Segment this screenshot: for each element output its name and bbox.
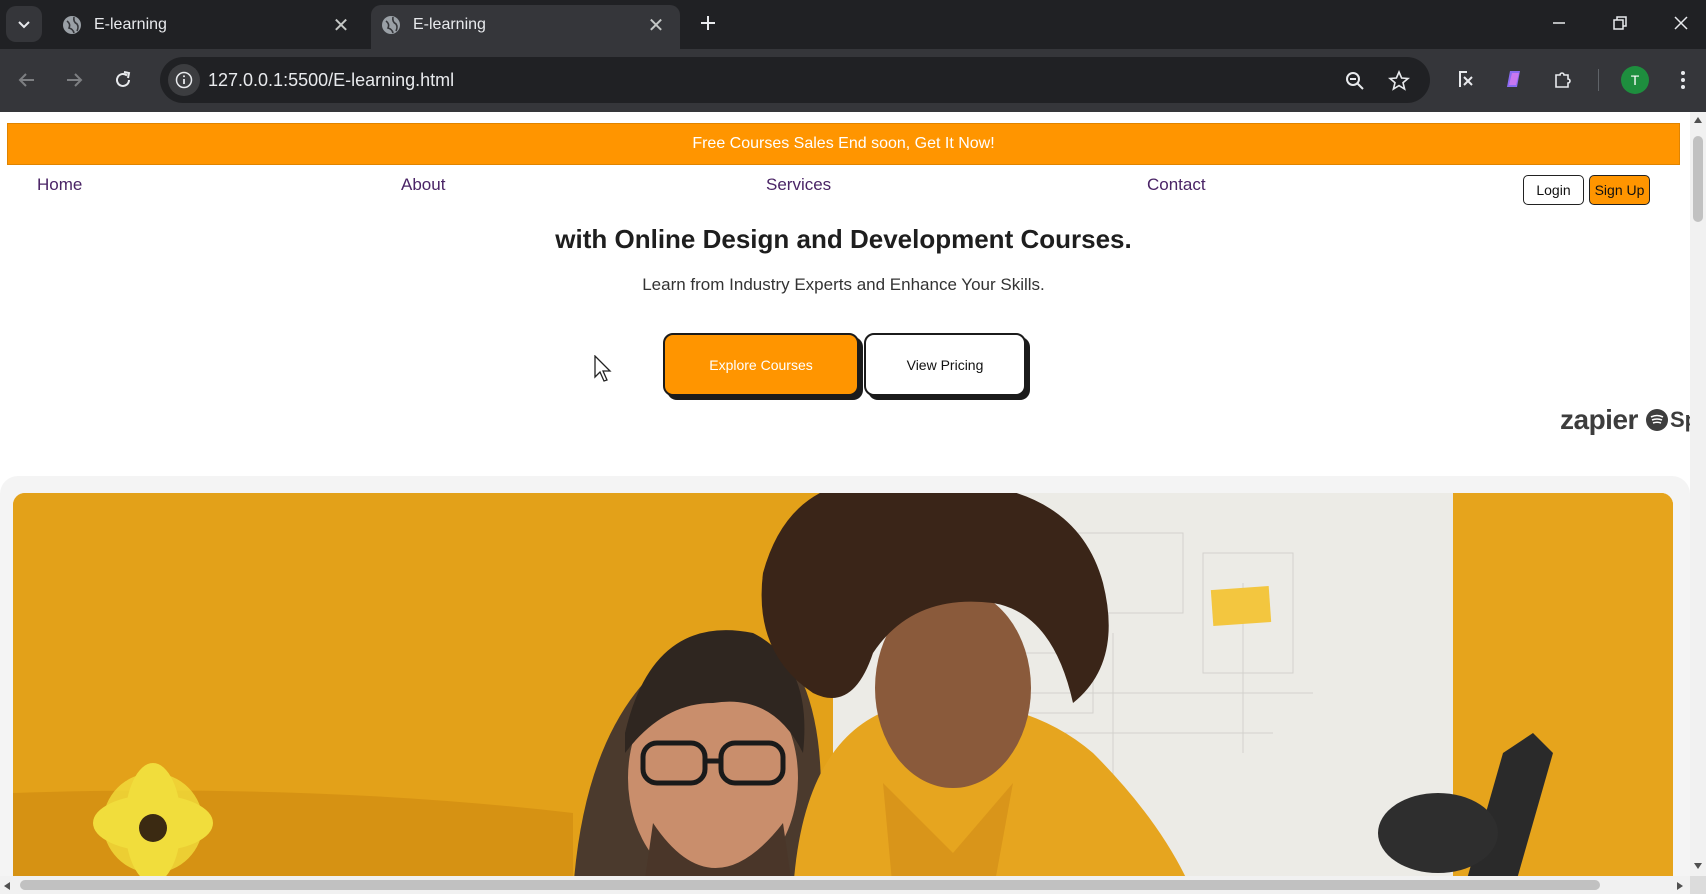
nav-contact-link[interactable]: Contact [1147, 175, 1206, 195]
tab-title: E-learning [94, 16, 167, 33]
vertical-scrollbar[interactable] [1690, 112, 1706, 876]
globe-icon [382, 16, 400, 34]
tab-title: E-learning [413, 16, 486, 33]
scroll-right-icon[interactable] [1676, 881, 1684, 891]
minimize-button[interactable] [1539, 6, 1579, 40]
spotify-logo-text: Spot [1669, 407, 1690, 432]
forward-icon [67, 73, 83, 87]
profile-avatar[interactable]: T [1621, 66, 1649, 94]
back-icon [18, 73, 34, 87]
back-button[interactable] [9, 62, 45, 98]
copilot-extension-icon[interactable] [1498, 63, 1530, 95]
reload-icon [116, 71, 131, 87]
promo-banner: Free Courses Sales End soon, Get It Now! [7, 123, 1680, 165]
zapier-logo: zapier [1560, 404, 1638, 435]
restore-button[interactable] [1600, 6, 1640, 40]
info-icon[interactable] [168, 64, 200, 96]
window-close-button[interactable] [1661, 6, 1701, 40]
signup-button[interactable]: Sign Up [1589, 175, 1650, 205]
nav-home-link[interactable]: Home [37, 175, 82, 195]
nav-about-link[interactable]: About [401, 175, 445, 195]
browser-toolbar: 127.0.0.1:5500/E-learning.html T [0, 49, 1706, 112]
close-icon [1674, 16, 1688, 30]
spotify-logo-icon [1645, 409, 1668, 431]
mouse-cursor-icon [594, 355, 612, 382]
tab-search-button[interactable] [6, 6, 42, 42]
address-bar[interactable]: 127.0.0.1:5500/E-learning.html [160, 57, 1430, 103]
more-icon[interactable] [1668, 64, 1698, 96]
close-icon[interactable]: ✕ [329, 13, 353, 37]
globe-icon [63, 16, 81, 34]
puzzle-icon[interactable] [1547, 63, 1579, 95]
chevron-down-icon [18, 21, 30, 29]
forward-button[interactable] [56, 62, 92, 98]
scroll-left-icon[interactable] [3, 881, 11, 891]
reload-button[interactable] [105, 62, 141, 98]
hero-photo [13, 493, 1673, 876]
plus-icon [701, 16, 715, 30]
explore-courses-button[interactable]: Explore Courses [663, 333, 859, 396]
login-button[interactable]: Login [1523, 175, 1584, 205]
zoom-icon[interactable] [1342, 68, 1368, 94]
extension-icon[interactable] [1450, 63, 1482, 95]
star-icon[interactable] [1386, 68, 1412, 94]
partner-logos: zapier Spot [1560, 400, 1690, 440]
horizontal-scroll-thumb[interactable] [20, 880, 1600, 890]
close-icon[interactable]: ✕ [644, 13, 668, 37]
toolbar-divider [1598, 69, 1599, 91]
hero-title: with Online Design and Development Cours… [555, 224, 1132, 254]
scrollbar-corner [1690, 876, 1706, 894]
hero-subtitle: Learn from Industry Experts and Enhance … [642, 275, 1045, 294]
tab-e-learning-2[interactable]: E-learning ✕ [371, 5, 680, 49]
tab-e-learning-1[interactable]: E-learning ✕ [52, 5, 365, 49]
tab-strip: E-learning ✕ E-learning ✕ [0, 0, 1706, 49]
vertical-scroll-thumb[interactable] [1693, 136, 1703, 222]
hero-photo-illustration [13, 493, 1673, 876]
view-pricing-button[interactable]: View Pricing [864, 333, 1026, 396]
page-viewport: Free Courses Sales End soon, Get It Now!… [0, 112, 1690, 876]
minimize-icon [1553, 22, 1565, 24]
scroll-down-icon[interactable] [1693, 862, 1703, 870]
horizontal-scrollbar[interactable] [0, 876, 1690, 894]
scroll-up-icon[interactable] [1693, 116, 1703, 124]
nav-services-link[interactable]: Services [766, 175, 831, 195]
url-text[interactable]: 127.0.0.1:5500/E-learning.html [208, 70, 454, 91]
restore-icon [1613, 16, 1627, 30]
new-tab-button[interactable] [693, 8, 723, 38]
